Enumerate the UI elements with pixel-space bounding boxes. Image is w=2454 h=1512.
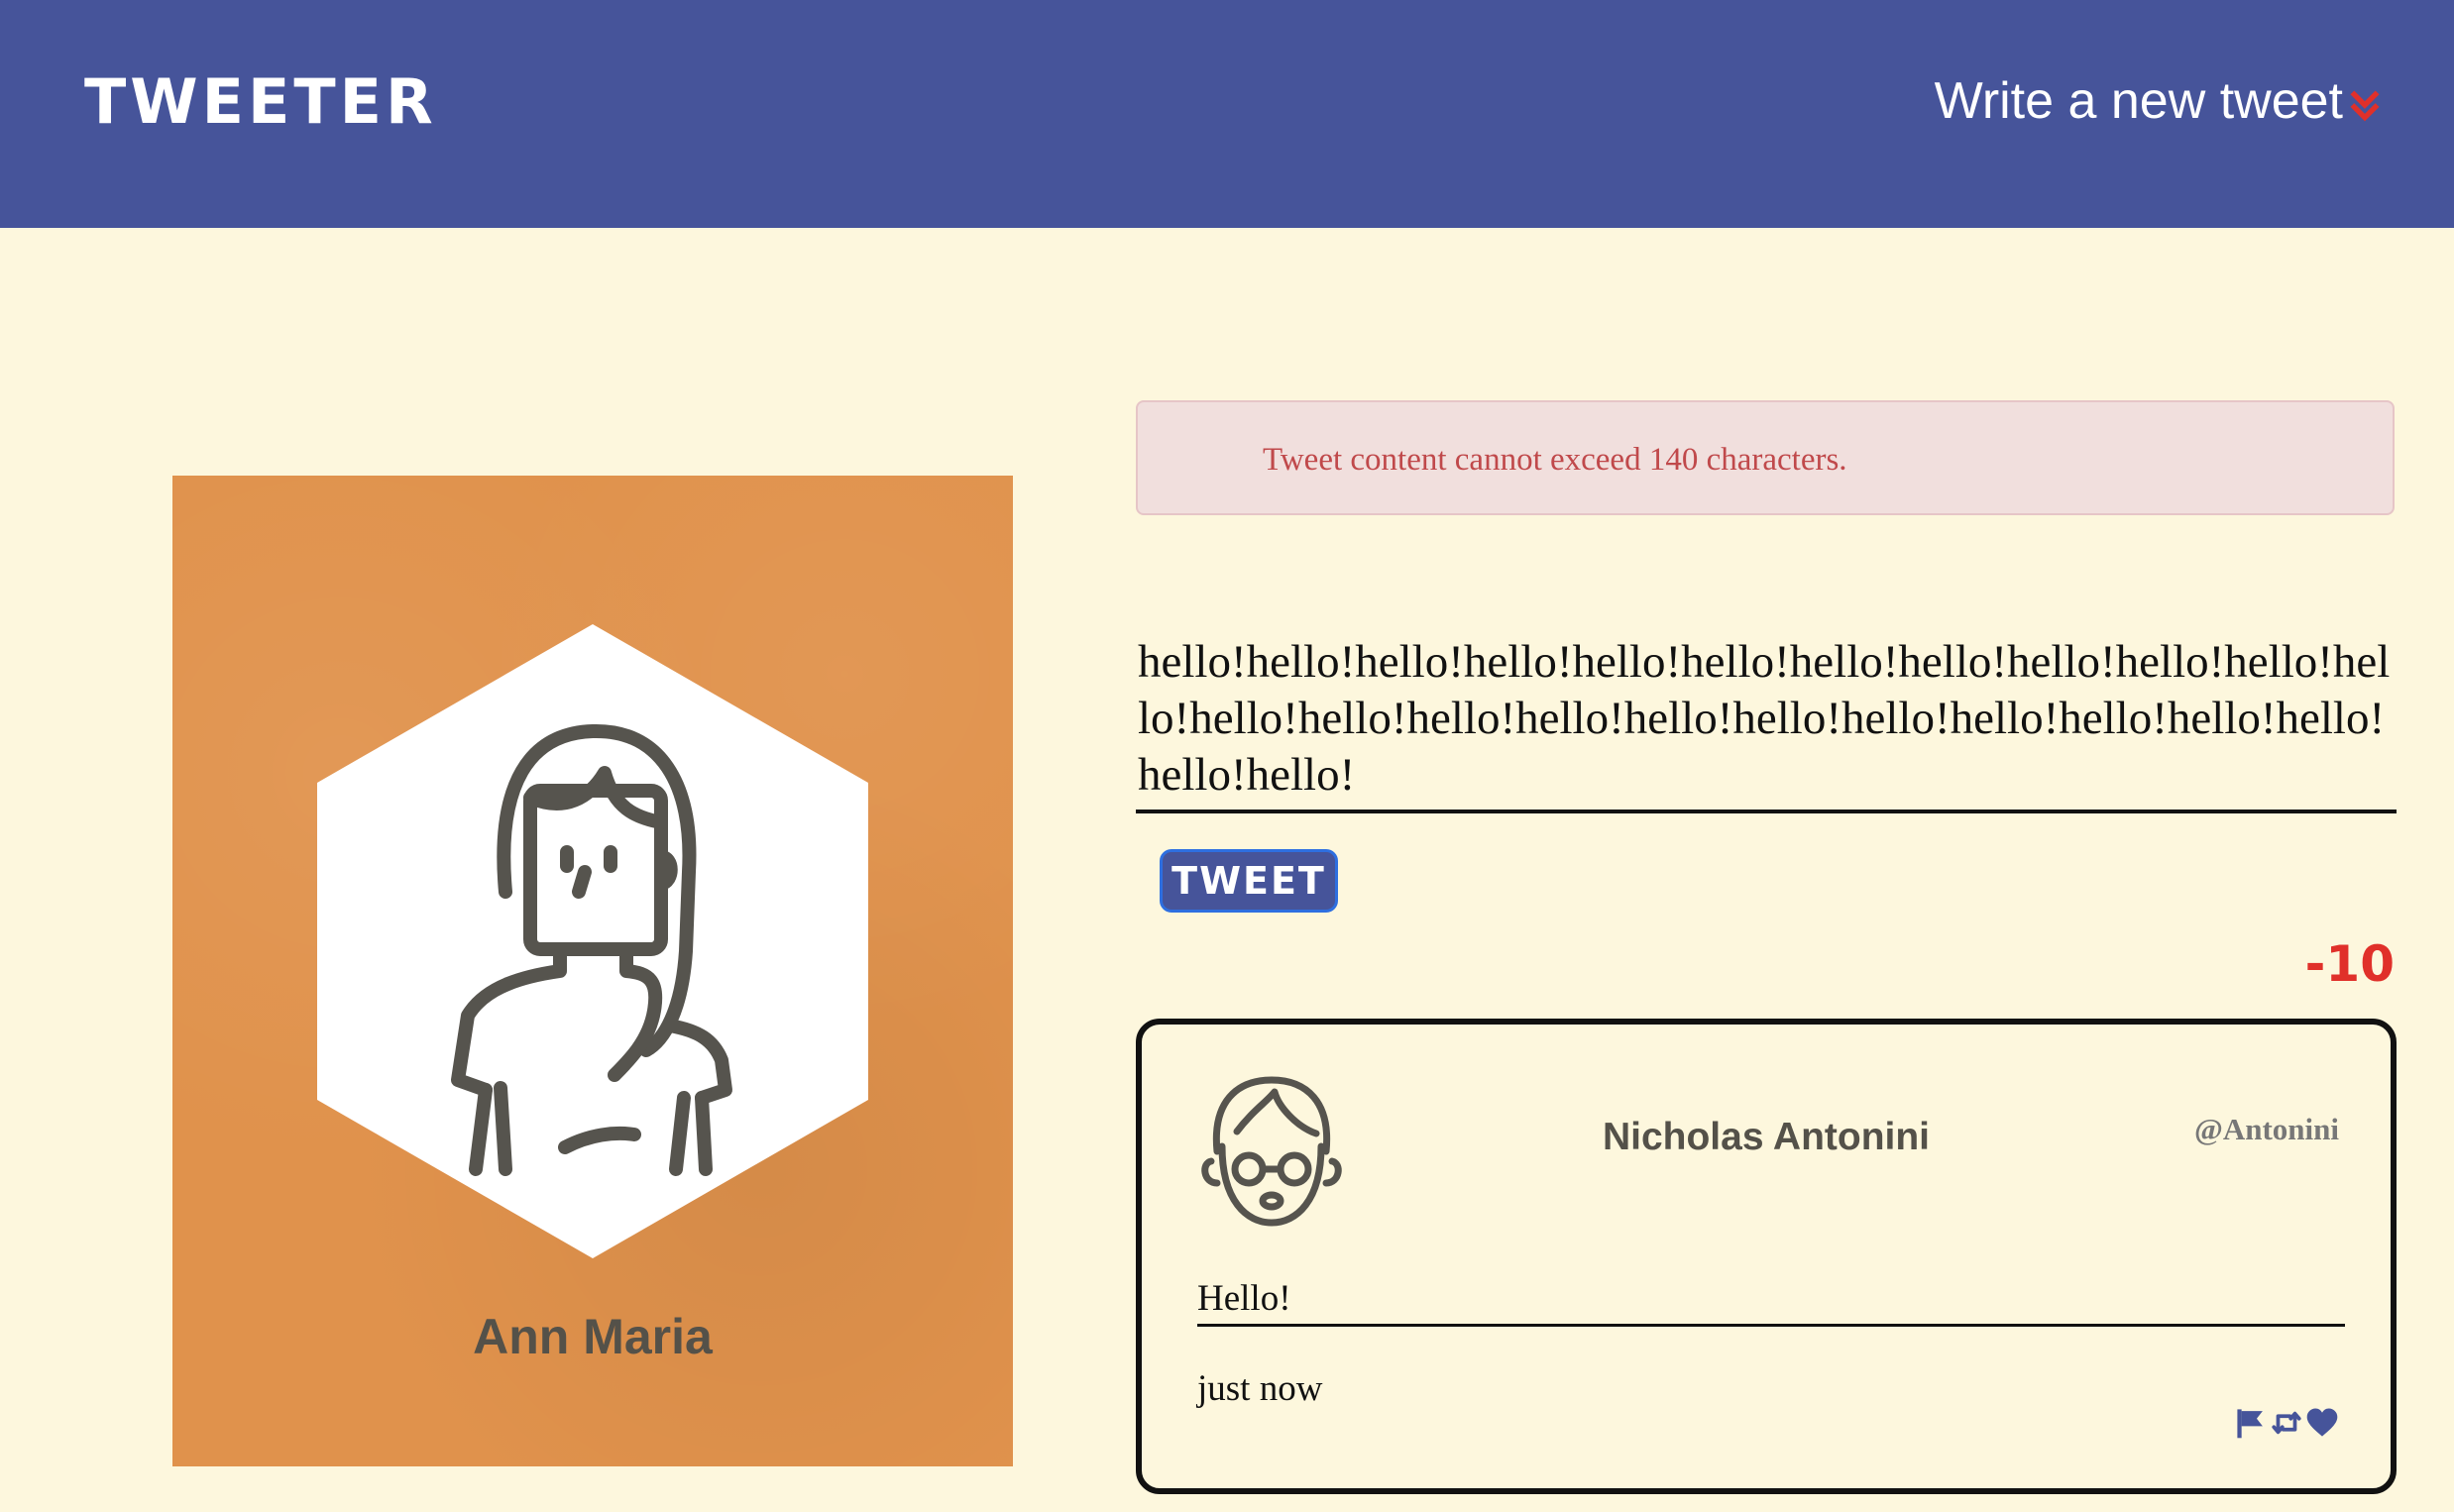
top-nav: TWEETER Write a new tweet bbox=[0, 0, 2454, 228]
textarea-underline bbox=[1136, 810, 2397, 813]
tweet-timestamp: just now bbox=[1197, 1368, 1323, 1409]
tweet-card: Nicholas Antonini @Antonini Hello! just … bbox=[1136, 1019, 2397, 1494]
profile-card: Ann Maria bbox=[172, 476, 1013, 1466]
tweet-author-handle: @Antonini bbox=[2194, 1112, 2339, 1146]
error-message: Tweet content cannot exceed 140 characte… bbox=[1263, 442, 1847, 478]
profile-avatar-icon bbox=[317, 624, 868, 1258]
error-alert: Tweet content cannot exceed 140 characte… bbox=[1136, 400, 2395, 515]
tweet-divider bbox=[1197, 1324, 2345, 1327]
brand-logo[interactable]: TWEETER bbox=[84, 71, 437, 133]
tweet-textarea[interactable]: hello!hello!hello!hello!hello!hello!hell… bbox=[1138, 634, 2395, 804]
tweet-content: Hello! bbox=[1197, 1278, 1291, 1319]
tweet-actions bbox=[2234, 1406, 2339, 1440]
retweet-icon[interactable] bbox=[2270, 1406, 2303, 1440]
write-new-tweet-label: Write a new tweet bbox=[1934, 72, 2343, 130]
flag-icon[interactable] bbox=[2234, 1406, 2268, 1440]
double-chevron-down-icon bbox=[2350, 90, 2380, 122]
tweet-button[interactable]: TWEET bbox=[1160, 849, 1338, 913]
heart-icon[interactable] bbox=[2305, 1406, 2339, 1440]
character-counter: -10 bbox=[2304, 935, 2395, 993]
profile-name: Ann Maria bbox=[473, 1309, 713, 1364]
write-new-tweet-button[interactable]: Write a new tweet bbox=[1935, 75, 2383, 127]
